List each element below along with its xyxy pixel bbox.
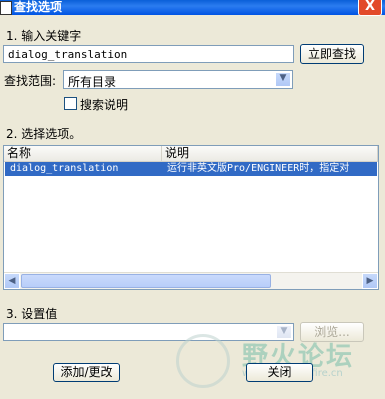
row-description: 运行非英文版Pro/ENGINEER时，指定对 <box>167 163 350 174</box>
search-description-label: 搜索说明 <box>80 98 129 112</box>
section3-label: 3. 设置值 <box>6 307 58 321</box>
list-header: 名称 说明 <box>4 146 378 162</box>
window-icon <box>0 1 12 15</box>
window-title: 查找选项 <box>14 0 63 14</box>
close-button[interactable]: 关闭 <box>246 363 313 382</box>
horizontal-scrollbar[interactable]: ◀ ▶ <box>4 272 378 289</box>
row-name: dialog_translation <box>10 163 119 174</box>
scroll-left-icon[interactable]: ◀ <box>4 273 20 289</box>
section2-label: 2. 选择选项。 <box>6 127 82 141</box>
options-list[interactable]: 名称 说明 dialog_translation 运行非英文版Pro/ENGIN… <box>3 145 379 290</box>
scope-label: 查找范围: <box>4 74 57 88</box>
scope-select-value: 所有目录 <box>68 75 117 89</box>
section1-label: 1. 输入关键字 <box>6 29 82 43</box>
watermark-emblem-icon <box>176 334 230 388</box>
search-description-checkbox[interactable] <box>64 97 77 110</box>
column-header-name[interactable]: 名称 <box>4 146 162 161</box>
scope-select[interactable]: 所有目录 ▼ <box>63 70 293 89</box>
list-row[interactable]: dialog_translation 运行非英文版Pro/ENGINEER时，指… <box>5 162 377 176</box>
scrollbar-thumb[interactable] <box>21 274 271 288</box>
scroll-right-icon[interactable]: ▶ <box>362 273 378 289</box>
add-change-button[interactable]: 添加/更改 <box>53 363 120 382</box>
find-now-button[interactable]: 立即查找 <box>300 44 364 64</box>
title-bar: 查找选项 X <box>0 0 385 16</box>
column-header-description[interactable]: 说明 <box>162 146 378 161</box>
close-window-button[interactable]: X <box>358 0 382 16</box>
keyword-input[interactable]: dialog_translation <box>3 45 294 63</box>
chevron-down-icon[interactable]: ▼ <box>275 72 291 87</box>
